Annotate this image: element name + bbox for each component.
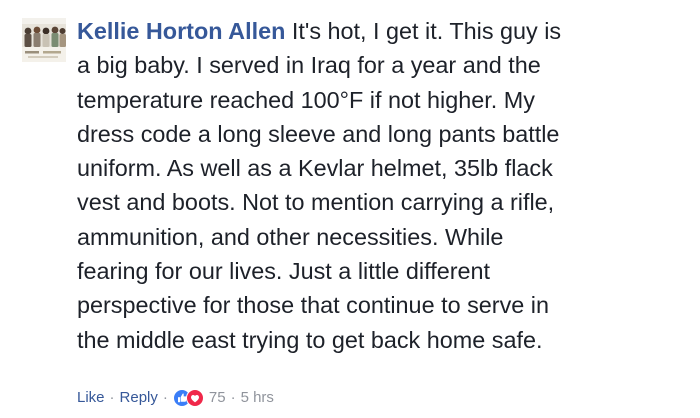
reply-button[interactable]: Reply <box>120 388 158 408</box>
separator: · <box>230 389 236 406</box>
comment: Kellie Horton Allen It's hot, I get it. … <box>0 0 700 418</box>
reaction-count: 75 <box>208 389 226 406</box>
avatar[interactable] <box>22 18 66 62</box>
comment-text: It's hot, I get it. This guy is <box>285 18 562 44</box>
comment-text: perspective for those that continue to s… <box>77 292 549 319</box>
like-button[interactable]: Like <box>77 388 105 408</box>
comment-text: uniform. As well as a Kevlar helmet, 35l… <box>77 155 553 182</box>
comment-text: fearing for our lives. Just a little dif… <box>77 258 491 285</box>
reactions-summary[interactable]: 75 <box>172 388 226 408</box>
comment-text: a big baby. I served in Iraq for a year … <box>77 52 541 79</box>
timestamp[interactable]: 5 hrs <box>241 388 274 408</box>
comment-text: dress code a long sleeve and long pants … <box>77 120 560 147</box>
profile-photo-group-icon <box>22 18 66 62</box>
comment-text: vest and boots. Not to mention carrying … <box>77 189 555 216</box>
love-reaction-icon <box>185 389 204 407</box>
comment-actions: Like · Reply · 75 · 5 hrs <box>77 388 274 408</box>
comment-line-1: Kellie Horton Allen It's hot, I get it. … <box>77 14 677 48</box>
comment-body: Kellie Horton Allen It's hot, I get it. … <box>77 14 677 357</box>
separator: · <box>162 389 168 406</box>
comment-text: the middle east trying to get back home … <box>77 326 543 353</box>
separator: · <box>109 389 115 406</box>
comment-text: ammunition, and other necessities. While <box>77 223 504 250</box>
author-name[interactable]: Kellie Horton Allen <box>77 18 285 44</box>
comment-text: temperature reached 100°F if not higher.… <box>77 86 535 113</box>
